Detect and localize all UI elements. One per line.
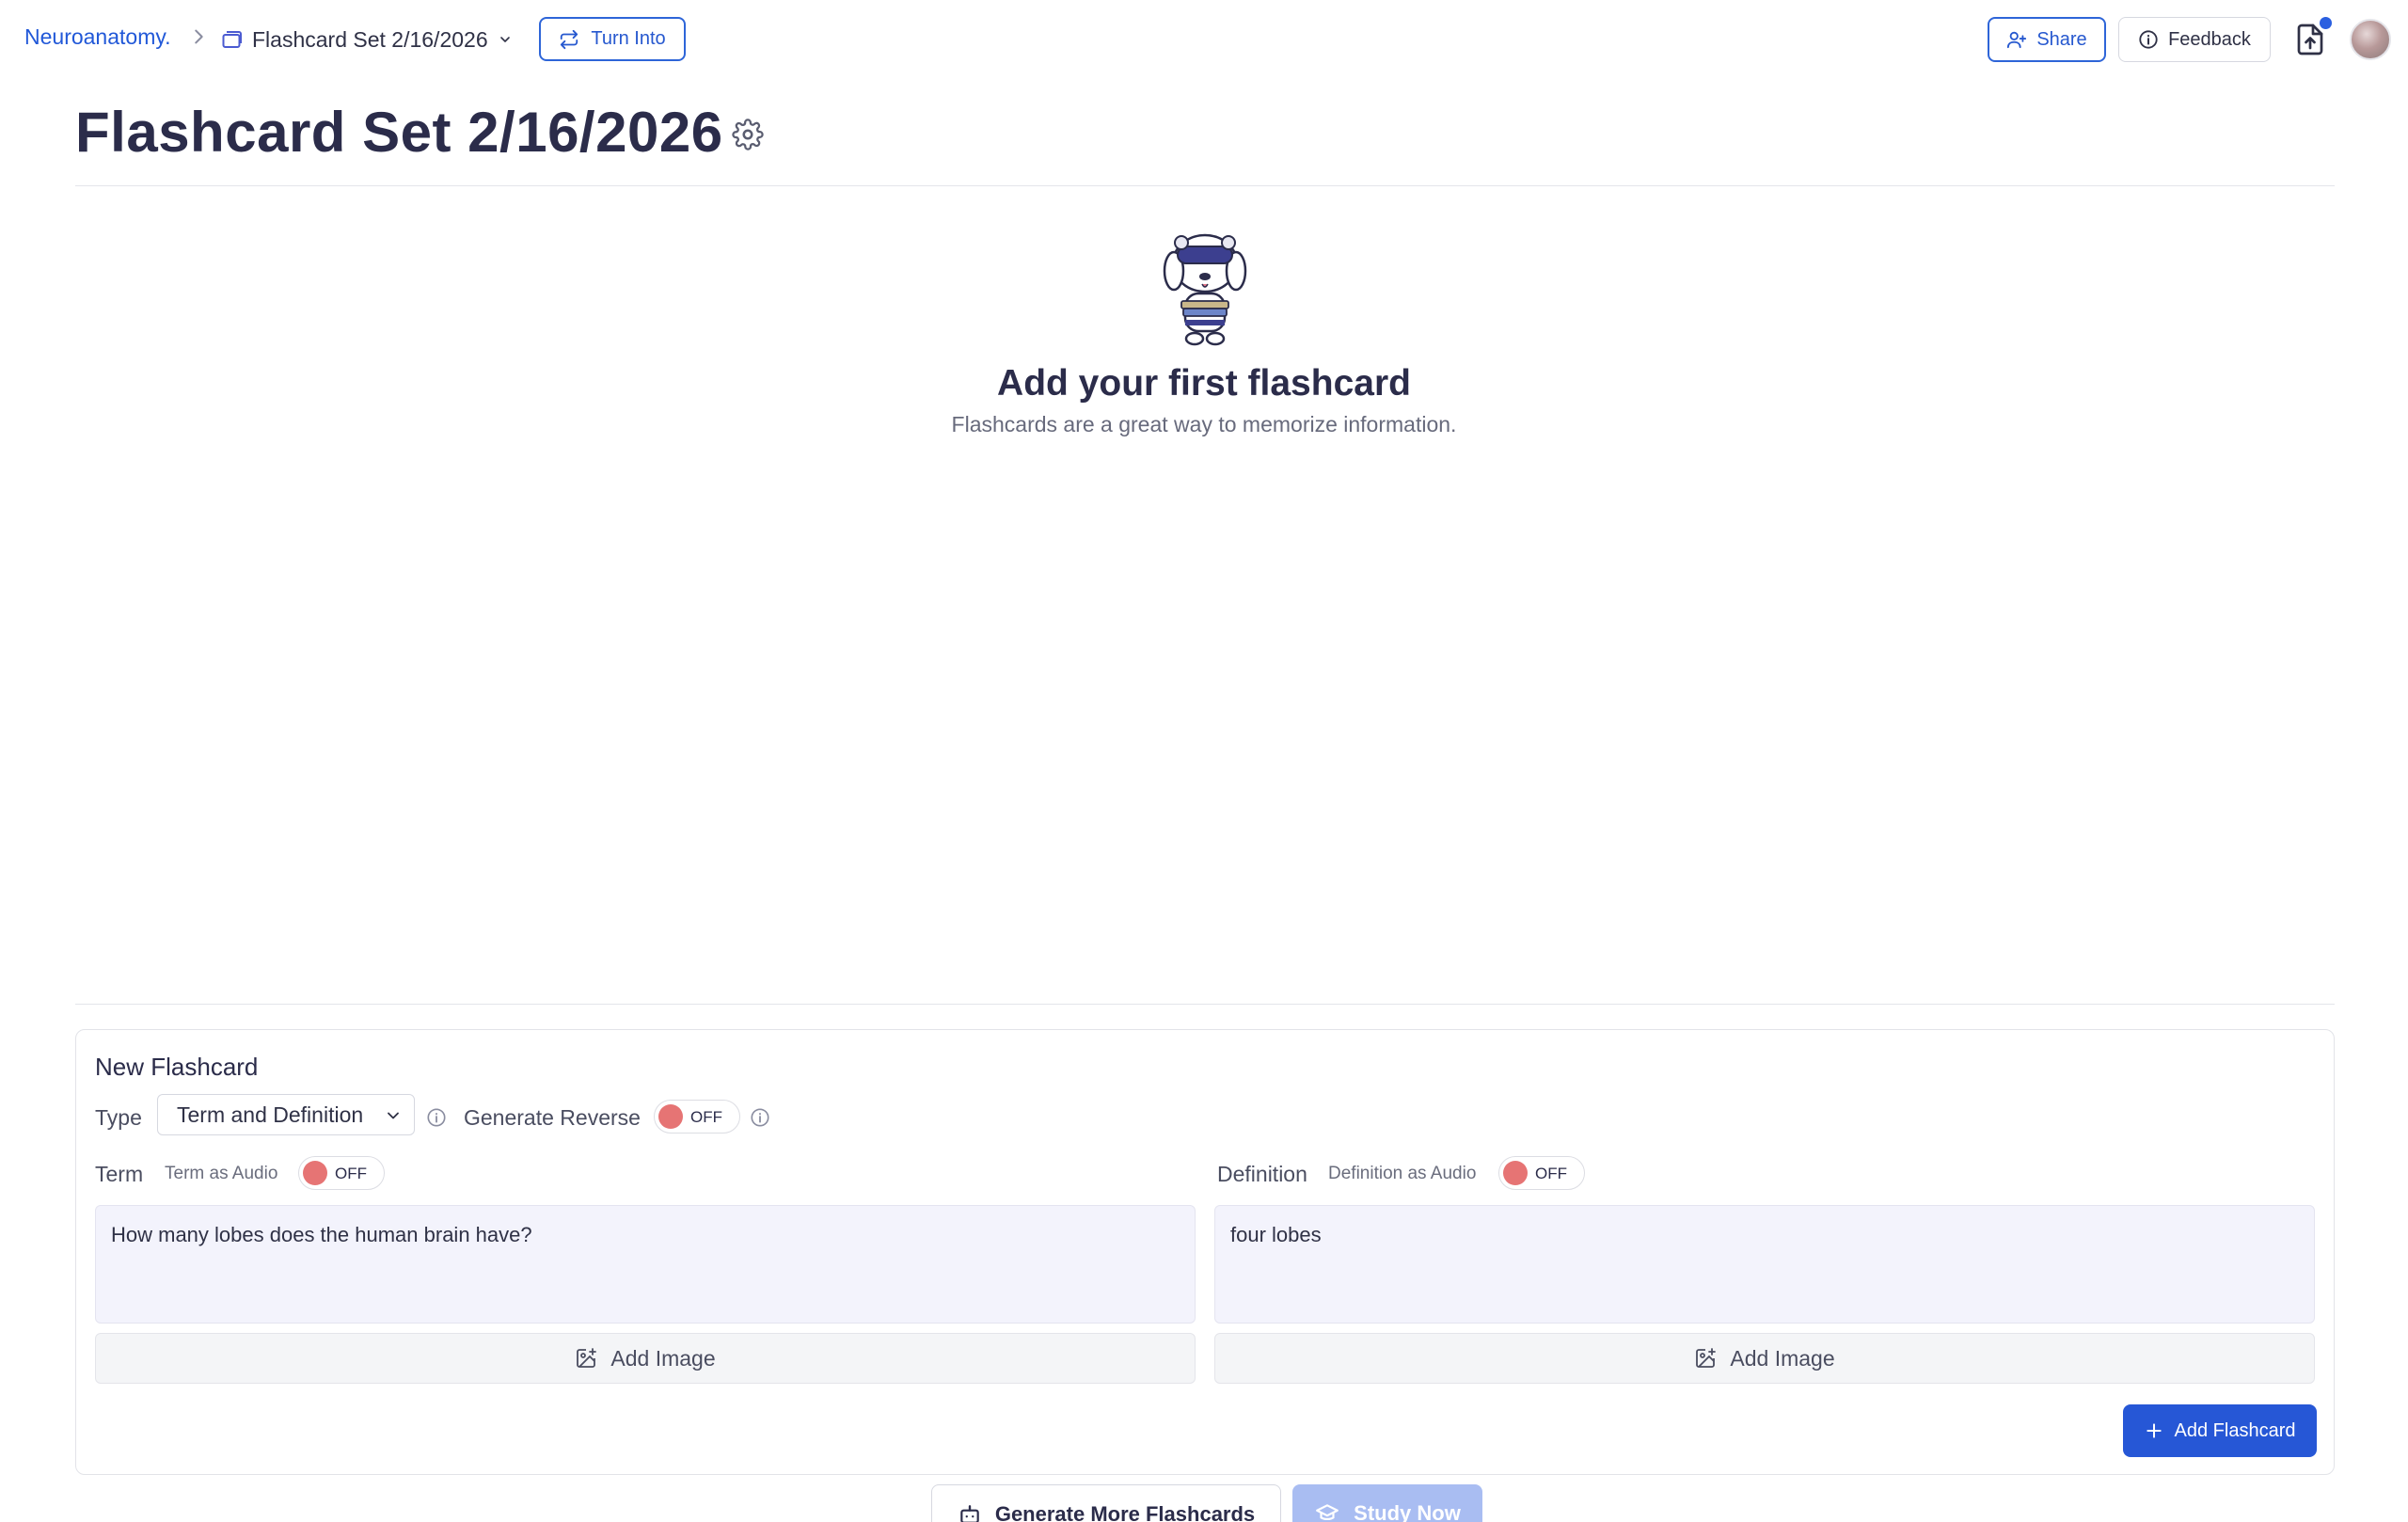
term-input[interactable]: How many lobes does the human brain have… [95, 1205, 1196, 1324]
user-plus-icon [2007, 31, 2027, 49]
add-image-label: Add Image [610, 1345, 716, 1371]
repeat-icon [561, 29, 578, 49]
turn-into-label: Turn Into [591, 28, 666, 49]
generate-reverse-info-icon[interactable] [750, 1107, 770, 1128]
title-divider [75, 185, 2335, 186]
gear-icon[interactable] [732, 119, 764, 151]
study-now-label: Study Now [1354, 1501, 1461, 1522]
add-flashcard-label: Add Flashcard [2174, 1419, 2296, 1441]
chevron-down-icon [499, 37, 510, 42]
feedback-button[interactable]: Feedback [2118, 17, 2271, 62]
turn-into-button[interactable]: Turn Into [539, 17, 686, 61]
new-flashcard-form: New Flashcard Type Term and Definition G… [75, 1029, 2335, 1475]
breadcrumb-root-link[interactable]: Neuroanatomy. [24, 24, 171, 50]
mascot-illustration [1163, 233, 1247, 346]
type-select-value: Term and Definition [177, 1102, 364, 1127]
term-audio-label: Term as Audio [165, 1164, 278, 1183]
add-flashcard-button[interactable]: Add Flashcard [2123, 1404, 2317, 1457]
chevron-right-icon [195, 29, 203, 44]
top-bar: Neuroanatomy. Flashcard Set 2/16/2026 Tu… [0, 0, 2408, 79]
empty-state-title: Add your first flashcard [997, 363, 1411, 404]
feedback-label: Feedback [2168, 28, 2251, 50]
toggle-state: OFF [1535, 1165, 1567, 1182]
share-button[interactable]: Share [1988, 17, 2106, 62]
form-title: New Flashcard [95, 1053, 259, 1081]
term-audio-toggle[interactable]: OFF [298, 1156, 385, 1190]
robot-icon [960, 1505, 979, 1522]
toggle-knob [303, 1161, 327, 1185]
breadcrumb-set-label: Flashcard Set 2/16/2026 [252, 26, 488, 52]
image-plus-icon [1696, 1348, 1717, 1368]
page-title: Flashcard Set 2/16/2026 [75, 101, 723, 164]
cards-icon [222, 31, 242, 48]
notification-dot [2320, 17, 2332, 29]
toggle-state: OFF [335, 1165, 367, 1182]
type-info-icon[interactable] [426, 1107, 447, 1128]
image-plus-icon [577, 1348, 597, 1368]
section-divider [75, 1004, 2335, 1005]
type-select[interactable]: Term and Definition [157, 1094, 415, 1135]
breadcrumb-set-dropdown[interactable]: Flashcard Set 2/16/2026 [222, 23, 513, 56]
generate-reverse-label: Generate Reverse [464, 1105, 641, 1130]
share-label: Share [2036, 28, 2087, 50]
term-add-image-button[interactable]: Add Image [95, 1333, 1196, 1384]
definition-input[interactable]: four lobes [1214, 1205, 2315, 1324]
definition-add-image-button[interactable]: Add Image [1214, 1333, 2315, 1384]
empty-state-subtitle: Flashcards are a great way to memorize i… [951, 412, 1457, 436]
info-icon [2139, 30, 2158, 49]
study-now-button[interactable]: Study Now [1292, 1484, 1482, 1522]
generate-more-button[interactable]: Generate More Flashcards [931, 1484, 1281, 1522]
term-label: Term [95, 1162, 144, 1186]
plus-icon [2146, 1423, 2162, 1438]
generate-reverse-toggle[interactable]: OFF [654, 1100, 740, 1134]
definition-audio-toggle[interactable]: OFF [1498, 1156, 1585, 1190]
definition-audio-label: Definition as Audio [1328, 1164, 1477, 1183]
toggle-knob [1503, 1161, 1528, 1185]
toggle-knob [658, 1104, 683, 1129]
generate-more-label: Generate More Flashcards [994, 1502, 1256, 1522]
avatar[interactable] [2350, 19, 2391, 60]
chevron-down-icon [388, 1112, 399, 1119]
type-label: Type [95, 1105, 142, 1130]
toggle-state: OFF [690, 1108, 722, 1126]
definition-label: Definition [1217, 1162, 1307, 1186]
graduation-cap-icon [1316, 1504, 1339, 1521]
add-image-label: Add Image [1730, 1345, 1835, 1371]
